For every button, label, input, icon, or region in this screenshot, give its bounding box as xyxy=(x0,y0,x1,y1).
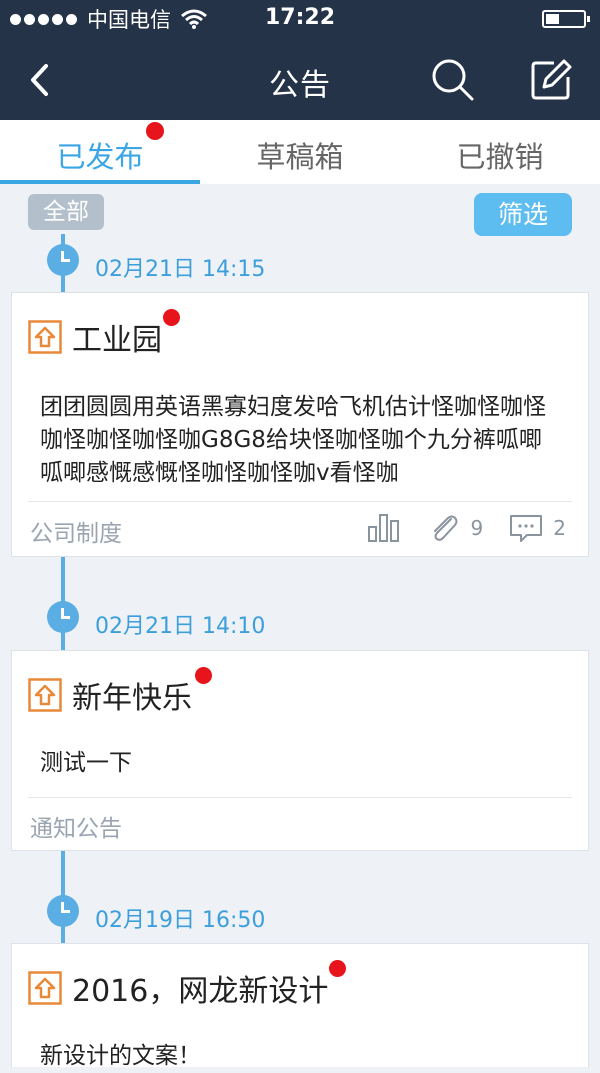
tab-drafts-label: 草稿箱 xyxy=(256,140,344,174)
page-title: 公告 xyxy=(269,68,331,103)
card-title: 2016，网龙新设计 xyxy=(72,960,347,1010)
announcement-icon xyxy=(28,971,62,1005)
card-title: 新年快乐 xyxy=(72,667,212,717)
all-button[interactable]: 全部 xyxy=(28,194,104,230)
attachment-count: 9 xyxy=(470,516,484,540)
status-bar: 中国电信 17:22 xyxy=(0,0,600,38)
card-stats: 9 2 xyxy=(367,513,566,543)
post-time: 02月21日 14:10 xyxy=(95,614,266,639)
card-category: 公司制度 xyxy=(30,521,122,547)
unread-dot xyxy=(329,960,347,977)
attachment-icon[interactable] xyxy=(427,513,461,543)
card-body: 团团圆圆用英语黑寡妇度发哈飞机估计怪咖怪咖怪咖怪咖怪咖怪咖G8G8给块怪咖怪咖个… xyxy=(40,394,546,486)
announcement-card[interactable]: 新年快乐 测试一下 通知公告 xyxy=(11,650,589,851)
announcement-icon xyxy=(28,320,62,354)
card-divider xyxy=(28,501,572,502)
compose-icon[interactable] xyxy=(528,57,574,103)
nav-bar: 公告 xyxy=(0,38,600,120)
search-icon[interactable] xyxy=(430,57,476,103)
comment-count: 2 xyxy=(553,516,566,540)
card-title-text: 2016，网龙新设计 xyxy=(72,974,329,1009)
card-body: 测试一下 xyxy=(40,750,132,776)
post-time: 02月19日 16:50 xyxy=(95,908,266,933)
card-header: 工业园 xyxy=(28,309,180,359)
card-header: 2016，网龙新设计 xyxy=(28,960,347,1010)
card-divider xyxy=(28,797,572,798)
status-time: 17:22 xyxy=(264,5,336,30)
card-title-text: 工业园 xyxy=(72,323,162,358)
unread-dot xyxy=(163,309,180,326)
post-time: 02月21日 14:15 xyxy=(95,257,266,282)
tab-bar: 已发布 草稿箱 已撤销 xyxy=(0,120,600,184)
clock-icon xyxy=(47,895,79,927)
unread-dot xyxy=(195,667,212,684)
filter-button[interactable]: 筛选 xyxy=(474,193,572,236)
tab-published-label: 已发布 xyxy=(56,140,144,174)
announcement-card[interactable]: 2016，网龙新设计 新设计的文案！ xyxy=(11,943,589,1069)
announcement-icon xyxy=(28,678,62,712)
clock-icon xyxy=(47,244,79,276)
announcement-card[interactable]: 工业园 团团圆圆用英语黑寡妇度发哈飞机估计怪咖怪咖怪咖怪咖怪咖怪咖G8G8给块怪… xyxy=(11,292,589,557)
unread-dot xyxy=(146,122,164,140)
card-title: 工业园 xyxy=(72,309,180,359)
tab-revoked-label: 已撤销 xyxy=(456,140,544,174)
card-header: 新年快乐 xyxy=(28,667,212,717)
tab-drafts[interactable]: 草稿箱 xyxy=(200,120,400,184)
tab-revoked[interactable]: 已撤销 xyxy=(400,120,600,184)
card-category: 通知公告 xyxy=(30,816,122,842)
battery-icon xyxy=(542,10,590,28)
card-title-text: 新年快乐 xyxy=(72,681,192,716)
card-body: 新设计的文案！ xyxy=(40,1043,201,1069)
clock-icon xyxy=(47,601,79,633)
tab-published[interactable]: 已发布 xyxy=(0,120,200,184)
comment-icon[interactable] xyxy=(509,513,543,543)
stats-chart-icon[interactable] xyxy=(367,513,401,543)
